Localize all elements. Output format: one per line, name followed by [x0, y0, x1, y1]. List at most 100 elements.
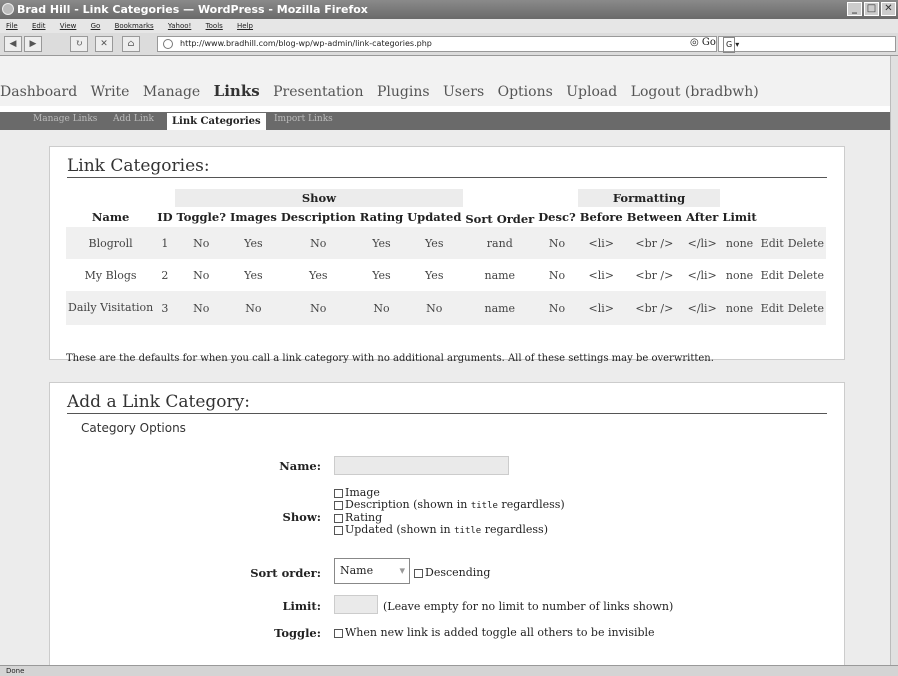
image-checkbox[interactable]: [334, 488, 343, 498]
subnav-add-link[interactable]: Add Link: [113, 114, 154, 124]
cell-before: <li>: [577, 291, 625, 325]
cell-images: Yes: [227, 227, 279, 259]
col-updated: Updated: [407, 210, 462, 224]
window-titlebar: Brad Hill - Link Categories — WordPress …: [0, 0, 898, 19]
cell-between: <br />: [624, 227, 684, 259]
delete-link[interactable]: Delete: [786, 259, 826, 291]
col-description: Description: [280, 210, 356, 224]
subnav-link-categories[interactable]: Link Categories: [167, 113, 266, 130]
edit-link[interactable]: Edit: [758, 227, 786, 259]
cell-description: Yes: [309, 268, 328, 282]
admin-navigation: Dashboard Write Manage Links Presentatio…: [0, 56, 890, 106]
nav-logout[interactable]: Logout (bradbwh): [631, 84, 759, 100]
home-icon[interactable]: ⌂: [122, 36, 140, 52]
nav-manage[interactable]: Manage: [143, 84, 200, 100]
cell-after: </li>: [684, 227, 721, 259]
back-icon[interactable]: ◀: [4, 36, 22, 52]
col-toggle: Toggle?: [176, 210, 226, 224]
limit-hint: (Leave empty for no limit to number of l…: [383, 600, 674, 613]
status-bar: Done: [0, 665, 898, 676]
page-icon: [163, 39, 173, 49]
cell-updated: Yes: [405, 227, 464, 259]
limit-input[interactable]: [334, 595, 378, 614]
menu-file[interactable]: File: [6, 22, 18, 30]
name-input[interactable]: [334, 456, 509, 475]
description-checkbox[interactable]: [334, 500, 343, 510]
minimize-icon[interactable]: _: [847, 2, 862, 16]
cell-between: <br />: [624, 291, 684, 325]
cell-name: Daily Visitation: [66, 291, 156, 325]
url-bar[interactable]: http://www.bradhill.com/blog-wp/wp-admin…: [157, 36, 717, 52]
menu-tools[interactable]: Tools: [206, 22, 223, 30]
search-box[interactable]: G ▾: [718, 36, 896, 53]
cell-before: <li>: [588, 268, 614, 282]
cell-images: Yes: [244, 268, 263, 282]
cell-description: No: [278, 291, 358, 325]
cell-updated: Yes: [425, 268, 444, 282]
url-text: http://www.bradhill.com/blog-wp/wp-admin…: [180, 39, 432, 48]
edit-link[interactable]: Edit: [758, 291, 786, 325]
search-engine-icon[interactable]: G: [723, 37, 736, 53]
cell-rating: Yes: [357, 227, 406, 259]
name-label: Name:: [279, 459, 321, 473]
nav-users[interactable]: Users: [443, 84, 484, 100]
cell-toggle: No: [174, 291, 228, 325]
show-group-header: Show: [174, 189, 464, 207]
nav-upload[interactable]: Upload: [566, 84, 617, 100]
updated-option-suffix: regardless): [481, 523, 548, 536]
nav-dashboard[interactable]: Dashboard: [0, 84, 77, 100]
cell-id: 3: [155, 291, 175, 325]
sub-navigation: Manage Links Add Link Link Categories Im…: [0, 112, 890, 130]
cell-rating: Yes: [372, 268, 391, 282]
cell-after: </li>: [687, 268, 717, 282]
vertical-scrollbar[interactable]: [890, 56, 898, 665]
subnav-manage-links[interactable]: Manage Links: [33, 114, 97, 124]
dropdown-arrow-icon: ▾: [735, 40, 740, 49]
nav-write[interactable]: Write: [91, 84, 130, 100]
cell-rating: No: [357, 291, 406, 325]
menu-edit[interactable]: Edit: [32, 22, 46, 30]
rating-checkbox[interactable]: [334, 513, 343, 523]
updated-checkbox[interactable]: [334, 525, 343, 535]
menu-bookmarks[interactable]: Bookmarks: [115, 22, 154, 30]
menu-view[interactable]: View: [60, 22, 77, 30]
reload-icon[interactable]: ↻: [70, 36, 88, 52]
edit-link[interactable]: Edit: [759, 259, 786, 291]
table-row: Blogroll 1 No Yes No Yes Yes rand No <li…: [66, 227, 826, 259]
col-images: Images: [229, 210, 277, 224]
menu-yahoo[interactable]: Yahoo!: [168, 22, 191, 30]
delete-link[interactable]: Delete: [785, 291, 826, 325]
updated-title-code: title: [454, 526, 482, 536]
col-between: Between: [626, 210, 682, 224]
sort-order-value: Name: [340, 564, 374, 577]
sort-order-select[interactable]: Name ▾: [334, 558, 410, 584]
toggle-checkbox[interactable]: [334, 628, 343, 638]
category-options-legend: Category Options: [81, 421, 186, 435]
cell-sort: name: [463, 291, 537, 325]
cell-description: No: [278, 227, 358, 259]
menu-go[interactable]: Go: [91, 22, 101, 30]
descending-checkbox[interactable]: [414, 568, 423, 578]
nav-plugins[interactable]: Plugins: [377, 84, 430, 100]
descending-label: Descending: [425, 566, 491, 579]
nav-links[interactable]: Links: [214, 82, 260, 100]
status-text: Done: [6, 667, 25, 675]
forward-icon[interactable]: ▶: [24, 36, 42, 52]
delete-link[interactable]: Delete: [785, 227, 826, 259]
close-icon[interactable]: ✕: [881, 2, 896, 16]
stop-icon[interactable]: ✕: [95, 36, 113, 52]
go-button[interactable]: ◎ Go: [690, 37, 716, 48]
subnav-import-links[interactable]: Import Links: [274, 114, 333, 124]
cell-images: No: [227, 291, 279, 325]
col-sort-order: Sort Order: [465, 212, 535, 226]
go-label: Go: [701, 37, 716, 48]
maximize-icon[interactable]: □: [864, 2, 879, 16]
nav-presentation[interactable]: Presentation: [273, 84, 363, 100]
cell-limit: none: [725, 268, 754, 282]
menu-help[interactable]: Help: [237, 22, 253, 30]
defaults-note: These are the defaults for when you call…: [66, 353, 714, 364]
add-category-panel: Add a Link Category: Category Options Na…: [49, 382, 845, 669]
col-name: Name: [91, 210, 130, 224]
nav-options[interactable]: Options: [498, 84, 553, 100]
toggle-label: Toggle:: [274, 626, 321, 640]
